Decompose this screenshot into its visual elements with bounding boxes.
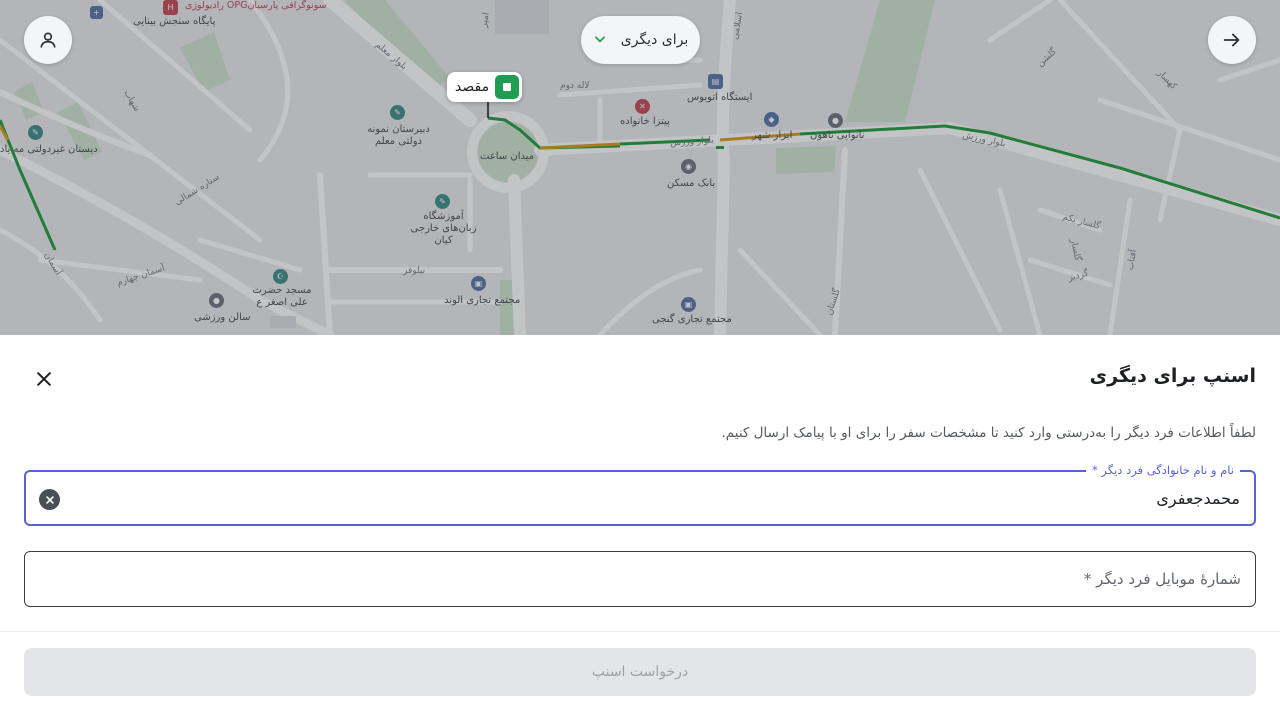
map-label: پیتزا خانواده [620,116,670,127]
close-button[interactable] [28,363,60,395]
back-button[interactable] [1208,16,1256,64]
map-view[interactable]: H + ✎ ✎ ✎ ☪ ● ▣ ▣ ▤ ✕ ◉ ◆ ● پایگاه سنجش … [0,0,1280,335]
map-label: ایستگاه اتوبوس [687,92,753,103]
destination-square-icon [495,75,520,99]
for-other-button[interactable]: برای دیگری [581,16,700,64]
request-ride-button[interactable]: درخواست اسنپ [24,648,1256,696]
map-label: بانک مسکن [667,178,716,189]
school-icon: ✎ [390,105,405,120]
sheet-title: اسنپ برای دیگری [1089,365,1256,387]
map-label: دبیرستان نمونه دولتی معلم [367,124,430,147]
footer-divider [0,631,1280,632]
mosque-icon: ☪ [273,269,288,284]
map-label: پایگاه سنجش بینایی [133,16,216,27]
sports-icon: ● [209,293,224,308]
close-icon [37,372,51,386]
clear-icon [45,495,54,504]
map-label: میدان ساعت [480,151,535,162]
name-field[interactable]: نام و نام خانوادگی فرد دیگر * [24,463,1256,526]
destination-pin-stem [487,102,489,118]
phone-input[interactable] [101,552,1241,606]
mall-icon: ▣ [471,276,486,291]
clear-input-button[interactable] [39,489,60,510]
map-label: مجتمع تجاری گنجی [652,314,732,325]
chevron-down-icon [593,31,607,50]
clinic-icon: + [90,6,103,19]
map-label: نانوایی ناهون [810,130,865,141]
map-label: دبستان غیردولتی مه یاد [0,144,98,155]
map-label: لاله دوم [560,81,590,91]
map-label: مسجد حضرت علی اصغر ع [252,285,312,308]
destination-label: مقصد [455,79,490,95]
map-label: مجتمع تجاری الوند [444,295,521,306]
map-label: آموزشگاه زبان‌های خارجی کیان [410,211,477,246]
profile-button[interactable] [24,16,72,64]
bus-stop-icon: ▤ [708,74,723,89]
ride-for-other-sheet: اسنپ برای دیگری لطفاً اطلاعات فرد دیگر ر… [0,335,1280,720]
map-label: ابزار شهر [752,130,793,141]
shop-icon: ◆ [764,112,779,127]
arrow-right-icon [1223,33,1240,47]
education-icon: ✎ [435,194,450,209]
for-other-label: برای دیگری [620,32,689,48]
name-input[interactable] [100,472,1240,524]
map-label: نیلوفر [403,266,426,276]
hospital-icon: H [163,0,178,15]
map-label: رادیولوژی OPGسونوگرافی پارسیان [185,0,327,11]
sheet-description: لطفاً اطلاعات فرد دیگر را به‌درستی وارد … [721,425,1256,441]
phone-field[interactable] [24,551,1256,607]
destination-marker[interactable]: مقصد [447,72,523,102]
bank-icon: ◉ [681,159,696,174]
restaurant-icon: ✕ [635,99,650,114]
map-label: سالن ورزشی [194,312,251,323]
map-label: امیر [479,11,492,29]
user-icon [40,32,56,48]
school-icon: ✎ [28,125,43,140]
mall-icon: ▣ [681,297,696,312]
bakery-icon: ● [828,113,843,128]
